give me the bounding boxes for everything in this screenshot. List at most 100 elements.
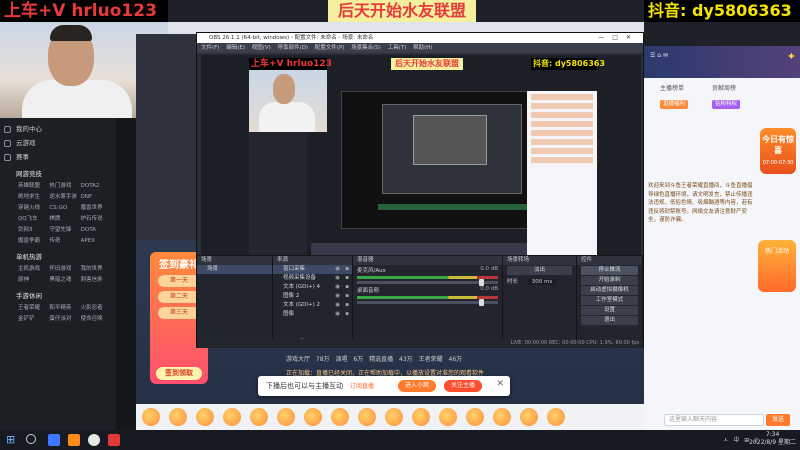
subscribe-link[interactable]: 订阅直播 — [350, 381, 374, 390]
sidebar-category-item[interactable]: APEX — [81, 236, 112, 247]
source-item[interactable]: 文本 (GDI+) 4 ◉ ▪ — [273, 283, 352, 292]
stop-streaming-button[interactable]: 停止推流 — [581, 266, 638, 275]
sidebar-category-item[interactable]: 原神 — [18, 275, 49, 286]
studio-mode-button[interactable]: 工作室模式 — [581, 296, 638, 305]
sidebar-category-item[interactable]: 怀旧游戏 — [49, 264, 80, 275]
sidebar-item-my-center[interactable]: 我的中心 — [0, 122, 116, 136]
sidebar-category-item[interactable]: 剑网3 — [18, 225, 49, 236]
sidebar-category-item[interactable]: 我的世界 — [81, 264, 112, 275]
eye-icon[interactable]: ◉ — [335, 292, 340, 301]
sidebar-category-item[interactable]: DNF — [81, 192, 112, 203]
sidebar-item-esports[interactable]: 赛事 — [0, 150, 116, 164]
eye-icon[interactable]: ◉ — [335, 283, 340, 292]
virtual-camera-button[interactable]: 启动虚拟摄像机 — [581, 286, 638, 295]
volume-slider[interactable] — [357, 299, 498, 306]
sidebar-category-item[interactable]: 黑暗之魂 — [49, 275, 80, 286]
gift-icon[interactable] — [223, 408, 241, 426]
gift-icon[interactable] — [304, 408, 322, 426]
browser-icon[interactable] — [68, 434, 80, 446]
sidebar-category-item[interactable]: 使命召唤 — [81, 314, 112, 325]
transition-select[interactable]: 淡出 — [507, 266, 572, 275]
stream-title[interactable]: 演唱 — [335, 356, 353, 363]
window-controls[interactable]: —□✕ — [598, 33, 639, 43]
gift-icon[interactable] — [277, 408, 295, 426]
source-item[interactable]: 文本 (GDI+) 2 ◉ ▪ — [273, 301, 352, 310]
gift-icon[interactable] — [142, 408, 160, 426]
obs-title-bar[interactable]: OBS 26.1.1 (64-bit, windows) - 配置文件: 未命名… — [197, 33, 643, 43]
tab-anchor-rank[interactable]: 主播榜单 — [660, 84, 684, 94]
gift-icon[interactable] — [412, 408, 430, 426]
sidebar-category-item[interactable]: 魔兽世界 — [81, 203, 112, 214]
sidebar-category-item[interactable]: CS:GO — [49, 203, 80, 214]
task-view-icon[interactable] — [48, 434, 60, 446]
obs-preview[interactable]: 上车+V hrluo123 后天开始水友联盟 抖音: dy5806363 — [201, 55, 641, 283]
start-recording-button[interactable]: 开始录制 — [581, 276, 638, 285]
sidebar-category-item[interactable]: 穿越火线 — [18, 203, 49, 214]
sidebar-category-item[interactable]: 火影忍者 — [81, 303, 112, 314]
signin-day[interactable]: 第二天 — [158, 291, 200, 303]
exit-button[interactable]: 退出 — [581, 316, 638, 325]
send-button[interactable]: 发送 — [766, 414, 790, 426]
signin-day[interactable]: 第三天 — [158, 307, 200, 319]
activity-badge[interactable]: 今日有惊喜 07:00-07:30 — [760, 128, 796, 174]
sidebar-category-item[interactable]: DOTA2 — [81, 181, 112, 192]
chat-input[interactable]: 这里输入聊天内容 — [664, 414, 764, 426]
chip-privilege[interactable]: 钻粉特权 — [712, 100, 741, 109]
sidebar-category-item[interactable]: 守望先锋 — [49, 225, 80, 236]
search-icon[interactable] — [26, 434, 36, 444]
gift-icon[interactable] — [493, 408, 511, 426]
app-icon[interactable] — [108, 434, 120, 446]
stream-title[interactable]: 游戏大厅 — [286, 356, 316, 363]
gift-icon[interactable] — [547, 408, 565, 426]
sidebar-category-item[interactable]: 主机游戏 — [18, 264, 49, 275]
lock-icon[interactable]: ▪ — [345, 274, 349, 283]
eye-icon[interactable]: ◉ — [335, 310, 340, 319]
gift-icon[interactable] — [169, 408, 187, 426]
stream-title[interactable]: 王者荣耀 — [419, 356, 449, 363]
gift-icon[interactable] — [358, 408, 376, 426]
lock-icon[interactable]: ▪ — [345, 283, 349, 292]
lock-icon[interactable]: ▪ — [345, 292, 349, 301]
signin-day[interactable]: 第一天 — [158, 275, 200, 287]
obs-window[interactable]: OBS 26.1.1 (64-bit, windows) - 配置文件: 未命名… — [196, 32, 644, 348]
windows-start-icon[interactable]: ⊞ — [6, 433, 18, 446]
follow-button[interactable]: 关注主播 — [444, 380, 482, 392]
sidebar-category-item[interactable]: 热门游戏 — [49, 181, 80, 192]
stream-title[interactable]: 精选直播 — [369, 356, 399, 363]
sidebar-category-item[interactable]: DOTA — [81, 225, 112, 236]
settings-button[interactable]: 设置 — [581, 306, 638, 315]
sidebar-category-item[interactable]: 英雄联盟 — [18, 181, 49, 192]
clock[interactable]: 7:34 2022/8/9 星期二 — [749, 431, 796, 447]
source-item[interactable]: 视频采集设备 ◉ ▪ — [273, 274, 352, 283]
sidebar-category-item[interactable]: 金铲铲 — [18, 314, 49, 325]
header-icons[interactable]: ☰ ⌂ ✉ — [650, 52, 668, 59]
eye-icon[interactable]: ◉ — [335, 265, 340, 274]
hot-activity-badge[interactable]: 热门活动 — [758, 240, 796, 292]
enter-room-button[interactable]: 进入小窝 — [398, 380, 436, 392]
gift-icon[interactable] — [466, 408, 484, 426]
eye-icon[interactable]: ◉ — [335, 274, 340, 283]
source-item[interactable]: 图像 ◉ ▪ — [273, 310, 352, 319]
lock-icon[interactable]: ▪ — [345, 265, 349, 274]
duration-input[interactable]: 300 ms — [527, 279, 557, 285]
obs-menu-bar[interactable]: 文件(F) 编辑(E) 视图(V) 停靠部件(D) 配置文件(P) 场景集合(S… — [197, 43, 643, 53]
gift-icon[interactable] — [520, 408, 538, 426]
obs-icon[interactable] — [88, 434, 100, 446]
gift-icon[interactable] — [196, 408, 214, 426]
gift-icon[interactable] — [385, 408, 403, 426]
sidebar-category-item[interactable]: 棋牌 — [49, 214, 80, 225]
sidebar-category-item[interactable]: 逆水寒手游 — [49, 192, 80, 203]
lock-icon[interactable]: ▪ — [345, 301, 349, 310]
sidebar-category-item[interactable]: 蛋仔派对 — [49, 314, 80, 325]
eye-icon[interactable]: ◉ — [335, 301, 340, 310]
gift-icon[interactable] — [250, 408, 268, 426]
sidebar-category-item[interactable]: 传奇 — [49, 236, 80, 247]
sidebar-category-item[interactable]: QQ飞车 — [18, 214, 49, 225]
volume-slider[interactable] — [357, 279, 498, 286]
scene-item[interactable]: 场景 — [197, 265, 272, 274]
source-item[interactable]: 图像 2 ◉ ▪ — [273, 292, 352, 301]
signin-claim-button[interactable]: 签到领取 — [156, 367, 202, 380]
gift-icon[interactable] — [439, 408, 457, 426]
sidebar-category-item[interactable]: 王者荣耀 — [18, 303, 49, 314]
sidebar-category-item[interactable]: 绝地求生 — [18, 192, 49, 203]
